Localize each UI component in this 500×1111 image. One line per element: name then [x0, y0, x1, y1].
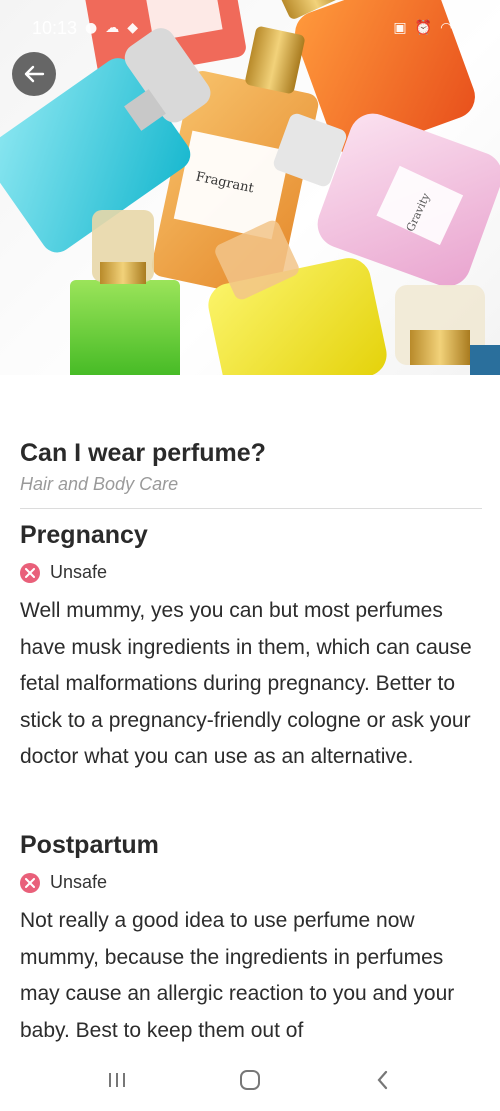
divider: [20, 508, 482, 509]
status-time: 10:13: [32, 17, 78, 38]
twitter-icon: ●: [85, 20, 98, 36]
system-navigation-bar: [0, 1049, 500, 1111]
safety-status: Unsafe: [20, 872, 482, 893]
article-category: Hair and Body Care: [20, 474, 179, 494]
nav-home-button[interactable]: [225, 1060, 275, 1100]
x-circle-icon: [20, 562, 40, 583]
section-heading: Pregnancy: [20, 521, 148, 549]
nav-back-button[interactable]: [358, 1060, 408, 1100]
wifi-icon: ◠: [440, 20, 453, 36]
page-title: Can I wear perfume?: [20, 439, 266, 467]
lock-icon: ▣: [393, 20, 407, 36]
arrow-left-icon: [24, 65, 45, 83]
app-notification-icon: ◆: [127, 20, 139, 36]
signal-icon: ▮: [460, 20, 468, 36]
section-postpartum: Postpartum Unsafe Not really a good idea…: [20, 831, 482, 1049]
cloud-icon: ☁: [105, 20, 120, 36]
section-pregnancy: Pregnancy Unsafe Well mummy, yes you can…: [20, 521, 482, 776]
section-text: Not really a good idea to use perfume no…: [20, 909, 455, 1042]
hero-image: Fragrant Gravity 10:13 ● ☁ ◆ ▣ ⏰ ◠ ▮: [0, 0, 500, 375]
section-text: Well mummy, yes you can but most perfume…: [20, 599, 472, 769]
safety-status-label: Unsafe: [50, 562, 108, 582]
recents-icon: [108, 1073, 125, 1087]
nav-recents-button[interactable]: [92, 1060, 142, 1100]
back-button[interactable]: [12, 52, 56, 96]
status-bar: 10:13 ● ☁ ◆ ▣ ⏰ ◠ ▮: [0, 0, 500, 56]
perfume-bottles-illustration: Fragrant Gravity: [0, 0, 500, 375]
x-circle-icon: [20, 872, 40, 893]
safety-status-label: Unsafe: [50, 872, 108, 892]
alarm-icon: ⏰: [414, 20, 433, 36]
section-heading: Postpartum: [20, 831, 159, 859]
home-icon: [239, 1070, 260, 1090]
safety-status: Unsafe: [20, 562, 482, 583]
chevron-left-icon: [377, 1070, 388, 1090]
